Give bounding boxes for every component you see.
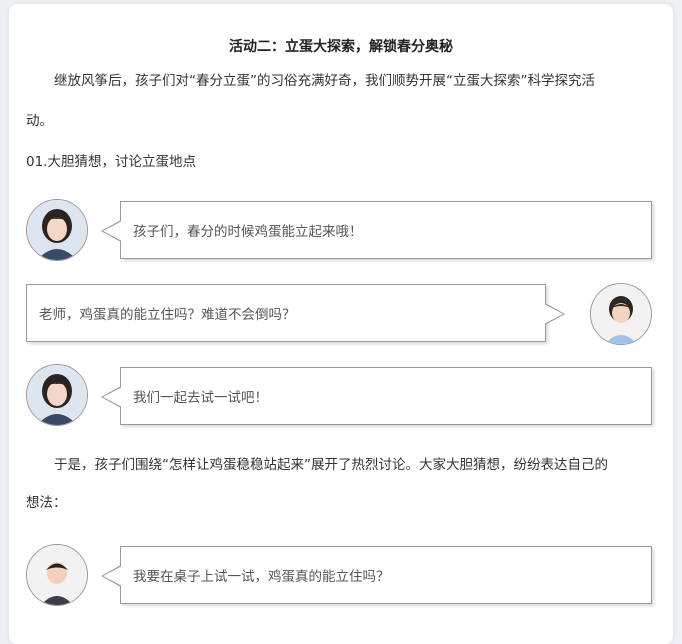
chat-text: 老师，鸡蛋真的能立住吗？难道不会倒吗？: [39, 307, 296, 323]
chat-bubble-boy: 我要在桌子上试一试，鸡蛋真的能立住吗？: [101, 546, 652, 604]
chat-text: 孩子们，春分的时候鸡蛋能立起来哦！: [133, 224, 363, 240]
chat-bubble-teacher-1: 孩子们，春分的时候鸡蛋能立起来哦！: [101, 201, 652, 259]
intro-paragraph: 继放风筝后，孩子们对“春分立蛋”的习俗充满好奇，我们顺势开展“立蛋大探索”科学探…: [26, 62, 656, 140]
intro-line-1: 继放风筝后，孩子们对“春分立蛋”的习俗充满好奇，我们顺势开展“立蛋大探索”科学探…: [54, 73, 595, 89]
child-boy-avatar-icon: [26, 544, 88, 606]
child-girl-avatar-icon: [590, 283, 652, 345]
chat-text: 我们一起去试一试吧！: [133, 390, 268, 406]
chat-text: 我要在桌子上试一试，鸡蛋真的能立住吗？: [133, 569, 390, 585]
discussion-paragraph: 于是，孩子们围绕“怎样让鸡蛋稳稳站起来”展开了热烈讨论。大家大胆猜想，纷纷表达自…: [26, 446, 656, 522]
discussion-line-2: 想法：: [26, 495, 67, 511]
teacher-avatar-icon: [26, 364, 88, 426]
discussion-line-1: 于是，孩子们围绕“怎样让鸡蛋稳稳站起来”展开了热烈讨论。大家大胆猜想，纷纷表达自…: [54, 457, 608, 473]
section-title: 01.大胆猜想，讨论立蛋地点: [26, 154, 196, 170]
chat-bubble-teacher-2: 我们一起去试一试吧！: [101, 367, 652, 425]
chat-bubble-girl: 老师，鸡蛋真的能立住吗？难道不会倒吗？: [26, 284, 565, 342]
intro-line-2: 动。: [26, 113, 53, 129]
activity-title: 活动二：立蛋大探索，解锁春分奥秘: [229, 39, 453, 55]
teacher-avatar-icon: [26, 199, 88, 261]
